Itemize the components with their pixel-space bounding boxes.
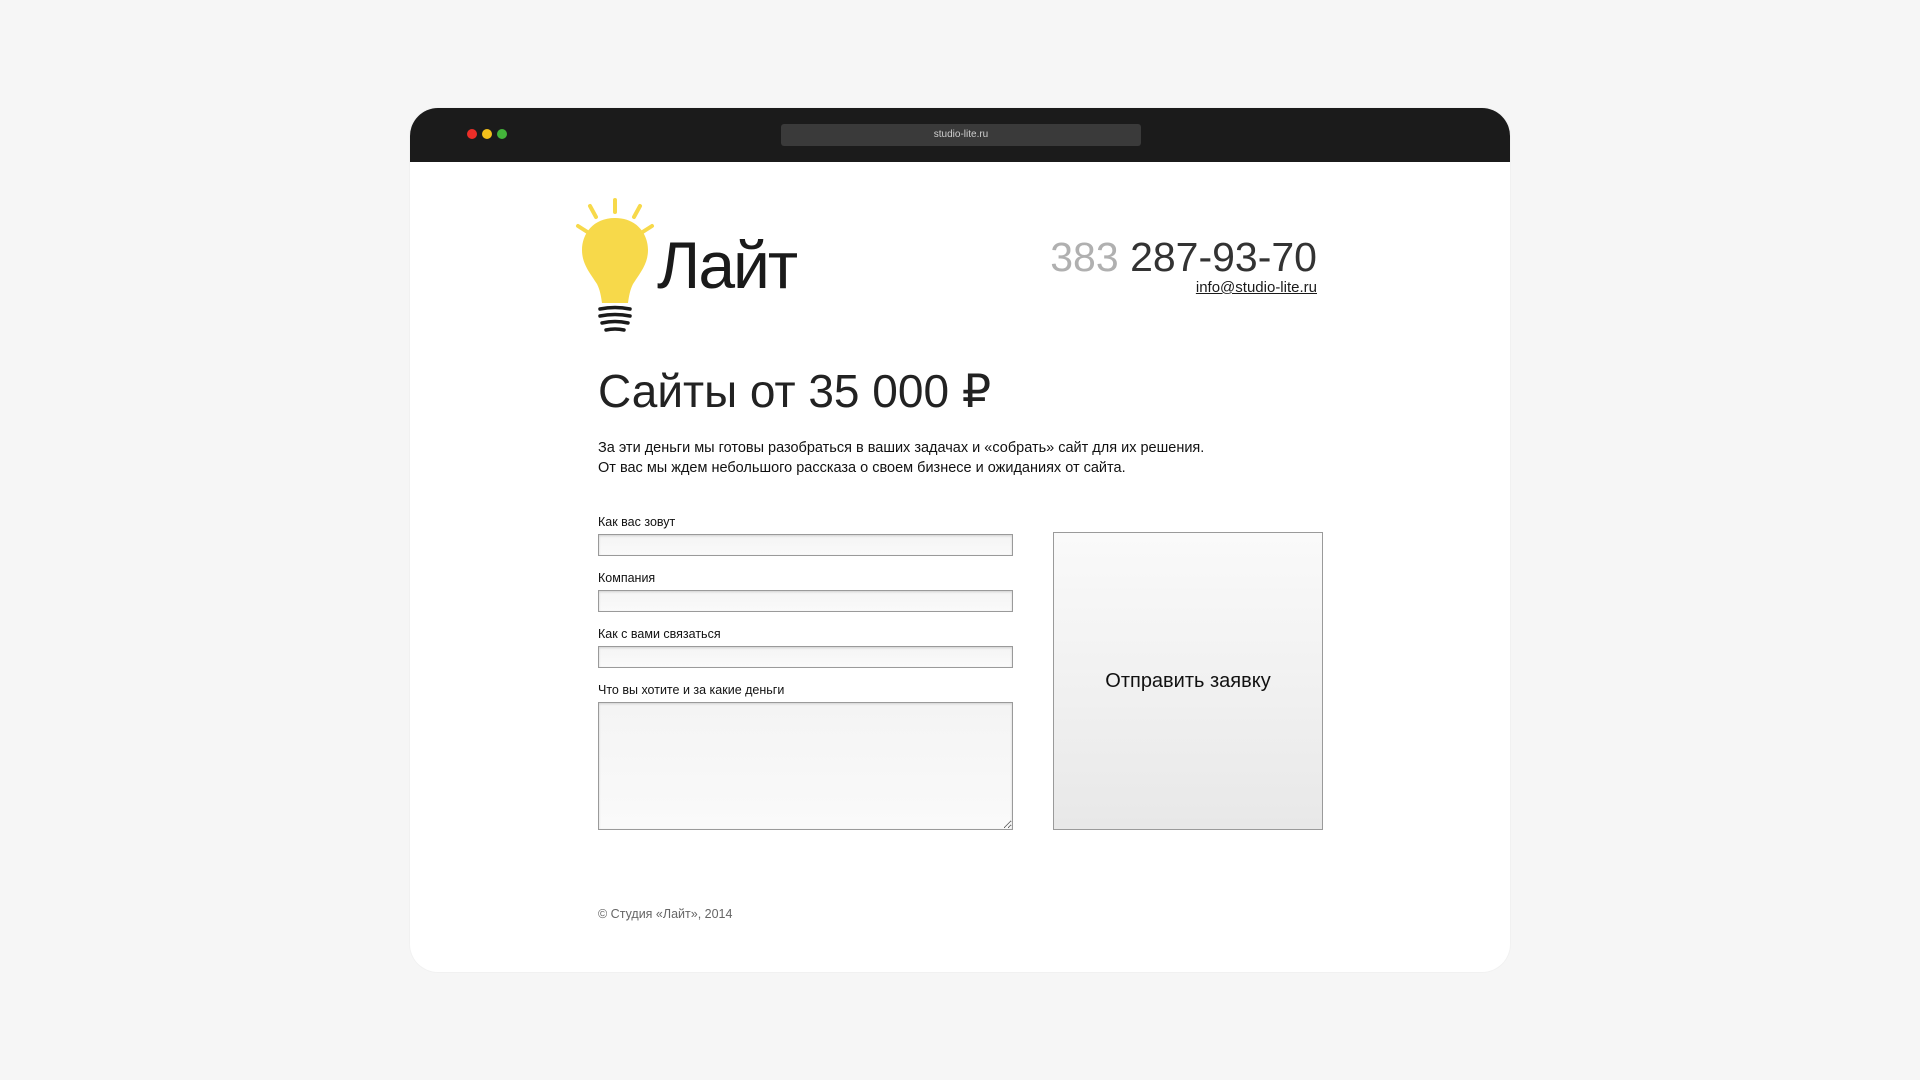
company-input[interactable]: [598, 590, 1013, 612]
maximize-window-button[interactable]: [497, 129, 507, 139]
address-bar[interactable]: studio-lite.ru: [781, 124, 1141, 146]
submit-request-button[interactable]: Отправить заявку: [1053, 532, 1323, 830]
phone-number[interactable]: 383 287-93-70: [1050, 237, 1317, 278]
page-description: За эти деньги мы готовы разобраться в ва…: [598, 438, 1204, 478]
logo[interactable]: [560, 188, 670, 343]
phone-area-code: 383: [1050, 234, 1119, 280]
phone-digits: 287-93-70: [1130, 234, 1317, 280]
browser-window: studio-lite.ru Лайт 383 287-93-70 info@s…: [410, 108, 1510, 972]
request-label: Что вы хотите и за какие деньги: [598, 683, 785, 697]
description-line: За эти деньги мы готовы разобраться в ва…: [598, 440, 1205, 456]
email-link[interactable]: info@studio-lite.ru: [1196, 279, 1317, 296]
minimize-window-button[interactable]: [482, 129, 492, 139]
lightbulb-icon: [576, 198, 654, 332]
company-label: Компания: [598, 571, 656, 585]
name-label: Как вас зовут: [598, 515, 676, 529]
name-input[interactable]: [598, 534, 1013, 556]
contact-input[interactable]: [598, 646, 1013, 668]
contact-label: Как с вами связаться: [598, 627, 721, 641]
logo-wordmark[interactable]: Лайт: [657, 232, 798, 298]
description-line: От вас мы ждем небольшого рассказа о сво…: [598, 460, 1126, 476]
page-title: Сайты от 35 000 ₽: [598, 365, 992, 417]
copyright: © Студия «Лайт», 2014: [598, 907, 733, 921]
window-titlebar: studio-lite.ru: [410, 108, 1510, 162]
request-textarea[interactable]: [598, 702, 1013, 830]
close-window-button[interactable]: [467, 129, 477, 139]
